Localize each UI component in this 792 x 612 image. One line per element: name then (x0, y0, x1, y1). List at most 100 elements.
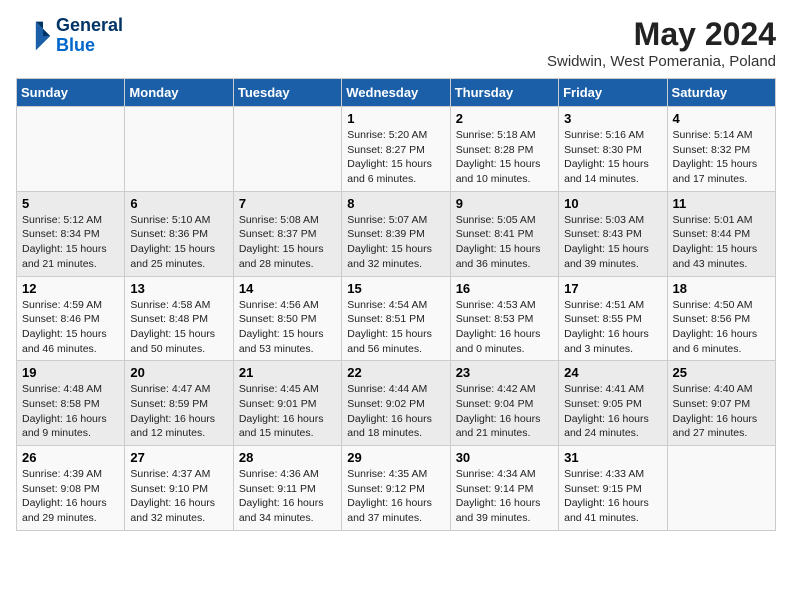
logo-text: General Blue (56, 16, 123, 56)
week-row-1: 1 Sunrise: 5:20 AM Sunset: 8:27 PM Daylig… (17, 107, 776, 192)
calendar-cell (667, 446, 775, 531)
day-info: Sunrise: 4:35 AM Sunset: 9:12 PM Dayligh… (347, 467, 444, 526)
calendar-cell: 23Sunrise: 4:42 AM Sunset: 9:04 PM Dayli… (450, 361, 558, 446)
calendar-cell: 14Sunrise: 4:56 AM Sunset: 8:50 PM Dayli… (233, 276, 341, 361)
day-info: Sunrise: 5:03 AM Sunset: 8:43 PM Dayligh… (564, 213, 661, 272)
week-row-3: 12 Sunrise: 4:59 AM Sunset: 8:46 PM Dayli… (17, 276, 776, 361)
location: Swidwin, West Pomerania, Poland (547, 53, 776, 70)
day-info: Sunrise: 4:37 AM Sunset: 9:10 PM Dayligh… (130, 467, 227, 526)
day-number: 13 (130, 281, 227, 296)
day-number: 3 (564, 111, 661, 126)
weekday-header-row: SundayMondayTuesdayWednesdayThursdayFrid… (17, 79, 776, 107)
calendar-cell: 6Sunrise: 5:10 AM Sunset: 8:36 PM Daylig… (125, 191, 233, 276)
calendar-cell: 25 Sunrise: 4:40 AM Sunset: 9:07 PM Dayli… (667, 361, 775, 446)
calendar-cell: 31 Sunrise: 4:33 AM Sunset: 9:15 PM Dayli… (559, 446, 667, 531)
day-number: 24 (564, 365, 661, 380)
day-number: 17 (564, 281, 661, 296)
calendar-cell: 2 Sunrise: 5:18 AM Sunset: 8:28 PM Daylig… (450, 107, 558, 192)
logo: General Blue (16, 16, 123, 56)
day-number: 12 (22, 281, 119, 296)
day-info: Sunrise: 5:08 AM Sunset: 8:37 PM Dayligh… (239, 213, 336, 272)
day-number: 21 (239, 365, 336, 380)
calendar-cell (17, 107, 125, 192)
day-number: 5 (22, 196, 119, 211)
day-number: 22 (347, 365, 444, 380)
day-info: Sunrise: 5:18 AM Sunset: 8:28 PM Dayligh… (456, 128, 553, 187)
calendar-cell: 9 Sunrise: 5:05 AM Sunset: 8:41 PM Daylig… (450, 191, 558, 276)
day-info: Sunrise: 4:59 AM Sunset: 8:46 PM Dayligh… (22, 298, 119, 357)
calendar-cell: 21 Sunrise: 4:45 AM Sunset: 9:01 PM Dayli… (233, 361, 341, 446)
day-info: Sunrise: 4:41 AM Sunset: 9:05 PM Dayligh… (564, 382, 661, 441)
week-row-2: 5 Sunrise: 5:12 AM Sunset: 8:34 PM Daylig… (17, 191, 776, 276)
day-info: Sunrise: 4:45 AM Sunset: 9:01 PM Dayligh… (239, 382, 336, 441)
day-number: 10 (564, 196, 661, 211)
day-number: 8 (347, 196, 444, 211)
calendar-cell: 27 Sunrise: 4:37 AM Sunset: 9:10 PM Dayli… (125, 446, 233, 531)
weekday-header-thursday: Thursday (450, 79, 558, 107)
day-number: 7 (239, 196, 336, 211)
calendar-cell: 10 Sunrise: 5:03 AM Sunset: 8:43 PM Dayli… (559, 191, 667, 276)
day-number: 4 (673, 111, 770, 126)
calendar-cell (125, 107, 233, 192)
calendar-cell: 11Sunrise: 5:01 AM Sunset: 8:44 PM Dayli… (667, 191, 775, 276)
day-number: 26 (22, 450, 119, 465)
day-info: Sunrise: 4:50 AM Sunset: 8:56 PM Dayligh… (673, 298, 770, 357)
day-number: 14 (239, 281, 336, 296)
day-info: Sunrise: 4:33 AM Sunset: 9:15 PM Dayligh… (564, 467, 661, 526)
weekday-header-saturday: Saturday (667, 79, 775, 107)
calendar-cell: 18 Sunrise: 4:50 AM Sunset: 8:56 PM Dayli… (667, 276, 775, 361)
day-info: Sunrise: 4:44 AM Sunset: 9:02 PM Dayligh… (347, 382, 444, 441)
day-info: Sunrise: 5:20 AM Sunset: 8:27 PM Dayligh… (347, 128, 444, 187)
day-info: Sunrise: 4:47 AM Sunset: 8:59 PM Dayligh… (130, 382, 227, 441)
day-number: 15 (347, 281, 444, 296)
calendar-cell: 13 Sunrise: 4:58 AM Sunset: 8:48 PM Dayli… (125, 276, 233, 361)
day-info: Sunrise: 4:54 AM Sunset: 8:51 PM Dayligh… (347, 298, 444, 357)
calendar-cell: 15 Sunrise: 4:54 AM Sunset: 8:51 PM Dayli… (342, 276, 450, 361)
weekday-header-sunday: Sunday (17, 79, 125, 107)
month-title: May 2024 (547, 16, 776, 53)
calendar-cell: 17 Sunrise: 4:51 AM Sunset: 8:55 PM Dayli… (559, 276, 667, 361)
weekday-header-monday: Monday (125, 79, 233, 107)
calendar-cell: 19Sunrise: 4:48 AM Sunset: 8:58 PM Dayli… (17, 361, 125, 446)
day-number: 18 (673, 281, 770, 296)
day-info: Sunrise: 4:51 AM Sunset: 8:55 PM Dayligh… (564, 298, 661, 357)
calendar-cell: 4 Sunrise: 5:14 AM Sunset: 8:32 PM Daylig… (667, 107, 775, 192)
day-info: Sunrise: 4:58 AM Sunset: 8:48 PM Dayligh… (130, 298, 227, 357)
calendar-cell: 5 Sunrise: 5:12 AM Sunset: 8:34 PM Daylig… (17, 191, 125, 276)
day-info: Sunrise: 4:40 AM Sunset: 9:07 PM Dayligh… (673, 382, 770, 441)
day-info: Sunrise: 5:14 AM Sunset: 8:32 PM Dayligh… (673, 128, 770, 187)
calendar-cell: 30Sunrise: 4:34 AM Sunset: 9:14 PM Dayli… (450, 446, 558, 531)
title-block: May 2024 Swidwin, West Pomerania, Poland (547, 16, 776, 70)
day-info: Sunrise: 5:12 AM Sunset: 8:34 PM Dayligh… (22, 213, 119, 272)
day-number: 20 (130, 365, 227, 380)
day-info: Sunrise: 4:36 AM Sunset: 9:11 PM Dayligh… (239, 467, 336, 526)
weekday-header-wednesday: Wednesday (342, 79, 450, 107)
calendar-cell: 7 Sunrise: 5:08 AM Sunset: 8:37 PM Daylig… (233, 191, 341, 276)
day-info: Sunrise: 4:39 AM Sunset: 9:08 PM Dayligh… (22, 467, 119, 526)
day-number: 31 (564, 450, 661, 465)
calendar-table: SundayMondayTuesdayWednesdayThursdayFrid… (16, 78, 776, 531)
day-number: 27 (130, 450, 227, 465)
day-info: Sunrise: 4:42 AM Sunset: 9:04 PM Dayligh… (456, 382, 553, 441)
calendar-cell: 20 Sunrise: 4:47 AM Sunset: 8:59 PM Dayli… (125, 361, 233, 446)
week-row-5: 26 Sunrise: 4:39 AM Sunset: 9:08 PM Dayli… (17, 446, 776, 531)
weekday-header-tuesday: Tuesday (233, 79, 341, 107)
calendar-cell: 24 Sunrise: 4:41 AM Sunset: 9:05 PM Dayli… (559, 361, 667, 446)
day-info: Sunrise: 4:48 AM Sunset: 8:58 PM Dayligh… (22, 382, 119, 441)
calendar-cell: 3 Sunrise: 5:16 AM Sunset: 8:30 PM Daylig… (559, 107, 667, 192)
calendar-cell: 1 Sunrise: 5:20 AM Sunset: 8:27 PM Daylig… (342, 107, 450, 192)
day-number: 1 (347, 111, 444, 126)
logo-icon (16, 18, 52, 54)
day-number: 25 (673, 365, 770, 380)
calendar-cell: 8Sunrise: 5:07 AM Sunset: 8:39 PM Daylig… (342, 191, 450, 276)
day-info: Sunrise: 5:10 AM Sunset: 8:36 PM Dayligh… (130, 213, 227, 272)
weekday-header-friday: Friday (559, 79, 667, 107)
calendar-cell: 28Sunrise: 4:36 AM Sunset: 9:11 PM Dayli… (233, 446, 341, 531)
day-info: Sunrise: 5:05 AM Sunset: 8:41 PM Dayligh… (456, 213, 553, 272)
day-info: Sunrise: 5:16 AM Sunset: 8:30 PM Dayligh… (564, 128, 661, 187)
day-number: 2 (456, 111, 553, 126)
calendar-cell: 16Sunrise: 4:53 AM Sunset: 8:53 PM Dayli… (450, 276, 558, 361)
day-number: 29 (347, 450, 444, 465)
day-number: 11 (673, 196, 770, 211)
day-number: 9 (456, 196, 553, 211)
